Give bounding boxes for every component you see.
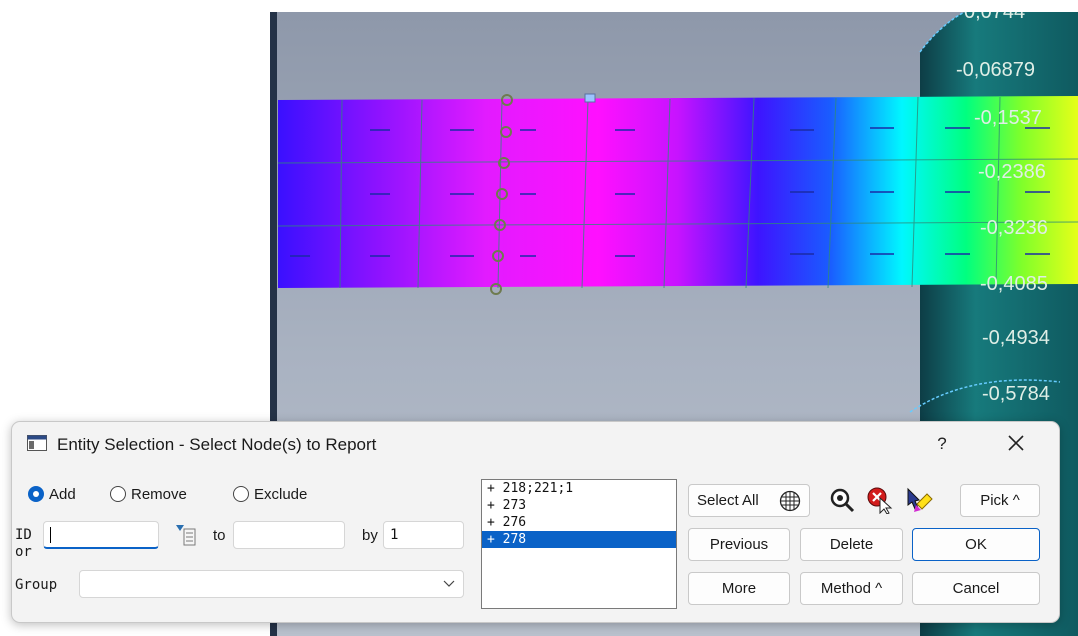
cancel-button[interactable]: Cancel: [912, 572, 1040, 605]
chevron-down-icon: [443, 580, 455, 587]
entity-selection-dialog: Entity Selection - Select Node(s) to Rep…: [11, 421, 1060, 623]
id-field[interactable]: [43, 521, 159, 549]
previous-button[interactable]: Previous: [688, 528, 790, 561]
delete-button[interactable]: Delete: [800, 528, 903, 561]
radio-remove[interactable]: Remove: [110, 485, 187, 503]
radio-add-indicator: [28, 486, 44, 502]
group-dropdown[interactable]: [79, 570, 464, 598]
selection-list[interactable]: + 218;221;1 + 273 + 276 + 278: [481, 479, 677, 609]
close-icon: [1008, 435, 1024, 451]
radio-exclude-label: Exclude: [254, 485, 308, 503]
or-label: or: [15, 544, 32, 560]
legend-value: -0,5784: [982, 383, 1050, 405]
select-all-label: Select All: [697, 492, 759, 509]
help-button[interactable]: ?: [930, 432, 954, 456]
close-button[interactable]: [1002, 429, 1030, 457]
zoom-icon[interactable]: [828, 486, 856, 514]
node-marker: [584, 93, 596, 103]
to-label: to: [213, 527, 226, 544]
radio-remove-label: Remove: [131, 485, 187, 503]
more-button[interactable]: More: [688, 572, 790, 605]
list-item[interactable]: + 273: [482, 497, 676, 514]
list-item-selected[interactable]: + 278: [482, 531, 676, 548]
to-field[interactable]: [233, 521, 345, 549]
legend-value: -0,2386: [978, 161, 1046, 183]
select-all-button[interactable]: Select All: [688, 484, 810, 517]
radio-exclude-indicator: [233, 486, 249, 502]
remove-pick-icon[interactable]: [866, 486, 894, 514]
id-label: ID: [15, 527, 32, 543]
legend-value: -0,4934: [982, 327, 1050, 349]
legend-value: 0,0744: [964, 12, 1025, 23]
dialog-title: Entity Selection - Select Node(s) to Rep…: [57, 435, 377, 454]
legend-value: -0,4085: [980, 273, 1048, 295]
by-label: by: [362, 527, 378, 544]
list-select-icon[interactable]: [175, 523, 197, 547]
method-button[interactable]: Method ^: [800, 572, 903, 605]
radio-remove-indicator: [110, 486, 126, 502]
legend-value: -0,06879: [956, 59, 1035, 81]
radio-add[interactable]: Add: [28, 485, 76, 503]
group-label: Group: [15, 577, 58, 593]
list-item[interactable]: + 276: [482, 514, 676, 531]
list-item[interactable]: + 218;221;1: [482, 480, 676, 497]
highlight-icon[interactable]: [905, 486, 933, 514]
ok-button[interactable]: OK: [912, 528, 1040, 561]
legend-value: -0,1537: [974, 107, 1042, 129]
grid-icon: [779, 490, 801, 512]
pick-button[interactable]: Pick ^: [960, 484, 1040, 517]
radio-exclude[interactable]: Exclude: [233, 485, 307, 503]
text-cursor: [50, 527, 51, 543]
legend-value: -0,3236: [980, 217, 1048, 239]
by-field[interactable]: 1: [383, 521, 464, 549]
radio-add-label: Add: [49, 485, 76, 503]
window-icon: [27, 435, 47, 451]
